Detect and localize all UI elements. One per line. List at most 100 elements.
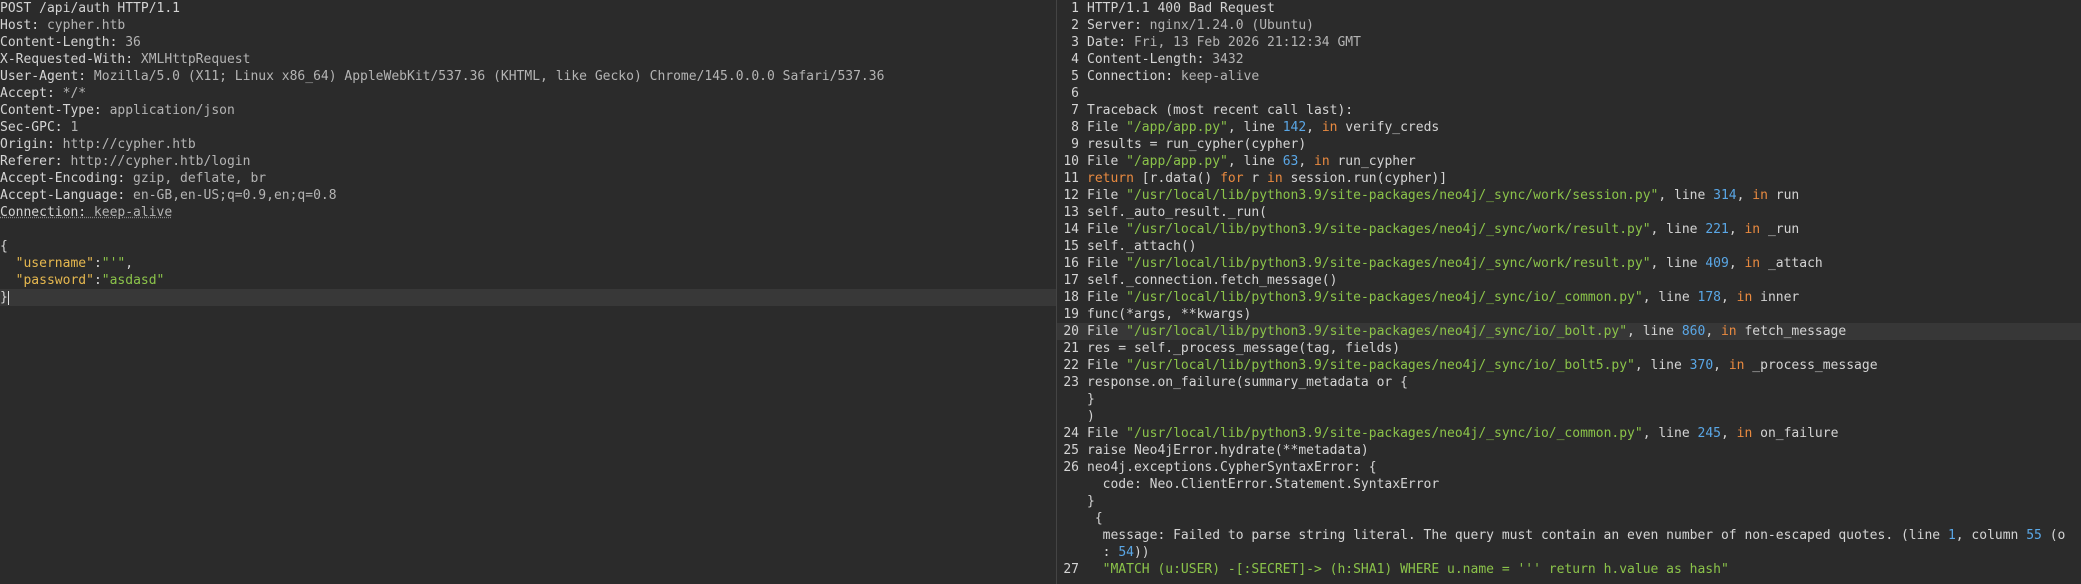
response-line[interactable]: : 54))	[1057, 544, 2081, 561]
code-token: "/usr/local/lib/python3.9/site-packages/…	[1126, 188, 1659, 203]
code-token: File	[1087, 324, 1127, 339]
header-name: Content-Length:	[0, 35, 118, 50]
code-token: "/usr/local/lib/python3.9/site-packages/…	[1126, 324, 1628, 339]
response-line[interactable]: 18 File "/usr/local/lib/python3.9/site-pa…	[1057, 289, 2081, 306]
body-password-line[interactable]: "password":"asdasd"	[0, 272, 1056, 289]
response-line[interactable]: 17 self._connection.fetch_message()	[1057, 272, 2081, 289]
response-line[interactable]: 11 return [r.data() for r in session.run(…	[1057, 170, 2081, 187]
response-line[interactable]: }	[1057, 391, 2081, 408]
code-token: in	[1267, 171, 1283, 186]
request-header-line[interactable]: Referer: http://cypher.htb/login	[0, 153, 1056, 170]
body-close-brace[interactable]: }	[0, 289, 1056, 306]
response-line[interactable]: 24 File "/usr/local/lib/python3.9/site-pa…	[1057, 425, 2081, 442]
response-line[interactable]: 8 File "/app/app.py", line 142, in verify…	[1057, 119, 2081, 136]
line-code: }	[1087, 392, 1095, 407]
request-header-line[interactable]: Content-Length: 36	[0, 34, 1056, 51]
request-header-line[interactable]: X-Requested-With: XMLHttpRequest	[0, 51, 1056, 68]
request-line[interactable]: POST /api/auth HTTP/1.1	[0, 0, 1056, 17]
username-value[interactable]: "'"	[102, 256, 125, 271]
request-header-line[interactable]: Connection: keep-alive	[0, 204, 1056, 221]
response-line[interactable]: 12 File "/usr/local/lib/python3.9/site-pa…	[1057, 187, 2081, 204]
request-header-line[interactable]: Accept-Language: en-GB,en-US;q=0.9,en;q=…	[0, 187, 1056, 204]
request-editor[interactable]: POST /api/auth HTTP/1.1 Host: cypher.htb…	[0, 0, 1056, 584]
response-line[interactable]: }	[1057, 493, 2081, 510]
response-line[interactable]: 13 self._auto_result._run(	[1057, 204, 2081, 221]
response-line[interactable]: 9 results = run_cypher(cypher)	[1057, 136, 2081, 153]
header-value[interactable]: 36	[117, 35, 141, 50]
header-value[interactable]: Mozilla/5.0 (X11; Linux x86_64) AppleWeb…	[86, 69, 885, 84]
response-line[interactable]: 21 res = self._process_message(tag, field…	[1057, 340, 2081, 357]
header-value[interactable]: XMLHttpRequest	[133, 52, 251, 67]
code-token: in	[1736, 426, 1753, 441]
body-username-line[interactable]: "username":"'",	[0, 255, 1056, 272]
body-open-brace[interactable]: {	[0, 238, 1056, 255]
response-line[interactable]: 3 Date: Fri, 13 Feb 2026 21:12:34 GMT	[1057, 34, 2081, 51]
response-line[interactable]: message: Failed to parse string literal.…	[1057, 527, 2081, 544]
response-line[interactable]: )	[1057, 408, 2081, 425]
header-value[interactable]: http://cypher.htb/login	[63, 154, 250, 169]
code-token: _run	[1760, 222, 1800, 237]
header-value[interactable]: gzip, deflate, br	[125, 171, 266, 186]
code-token: ,	[1736, 188, 1753, 203]
response-line[interactable]: 15 self._attach()	[1057, 238, 2081, 255]
line-number: 3	[1071, 35, 1079, 50]
brace: {	[0, 239, 8, 254]
code-token: Traceback (most recent call last):	[1087, 103, 1354, 118]
code-token: , line	[1642, 426, 1698, 441]
response-line[interactable]: 6	[1057, 85, 2081, 102]
line-code: File "/usr/local/lib/python3.9/site-pack…	[1087, 188, 1799, 203]
response-line[interactable]: 14 File "/usr/local/lib/python3.9/site-pa…	[1057, 221, 2081, 238]
header-value[interactable]: http://cypher.htb	[55, 137, 196, 152]
request-header-line[interactable]: Origin: http://cypher.htb	[0, 136, 1056, 153]
response-line[interactable]: 22 File "/usr/local/lib/python3.9/site-pa…	[1057, 357, 2081, 374]
response-line[interactable]: 16 File "/usr/local/lib/python3.9/site-pa…	[1057, 255, 2081, 272]
header-value[interactable]: en-GB,en-US;q=0.9,en;q=0.8	[125, 188, 337, 203]
response-line[interactable]: code: Neo.ClientError.Statement.SyntaxEr…	[1057, 476, 2081, 493]
response-line[interactable]: 26 neo4j.exceptions.CypherSyntaxError: {	[1057, 459, 2081, 476]
response-line[interactable]: 1 HTTP/1.1 400 Bad Request	[1057, 0, 2081, 17]
response-line[interactable]: {	[1057, 510, 2081, 527]
code-token: 142	[1282, 120, 1307, 135]
line-number: 21	[1063, 341, 1079, 356]
code-token: ,	[1298, 154, 1314, 169]
line-number: 5	[1071, 69, 1079, 84]
header-value[interactable]: */*	[55, 86, 87, 101]
password-value[interactable]: "asdasd"	[102, 273, 165, 288]
response-line[interactable]: 7 Traceback (most recent call last):	[1057, 102, 2081, 119]
code-token: in	[1728, 358, 1745, 373]
response-line[interactable]: 20 File "/usr/local/lib/python3.9/site-pa…	[1057, 323, 2081, 340]
header-value[interactable]: 1	[63, 120, 78, 135]
request-headers: Host: cypher.htb Content-Length: 36 X-Requ…	[0, 17, 1056, 221]
response-line[interactable]: 25 raise Neo4jError.hydrate(**metadata)	[1057, 442, 2081, 459]
request-header-line[interactable]: Accept-Encoding: gzip, deflate, br	[0, 170, 1056, 187]
response-line[interactable]: 23 response.on_failure(summary_metadata o…	[1057, 374, 2081, 391]
code-token: _attach	[1760, 256, 1823, 271]
header-value[interactable]: application/json	[102, 103, 235, 118]
code-token: File	[1087, 120, 1127, 135]
request-header-line[interactable]: User-Agent: Mozilla/5.0 (X11; Linux x86_…	[0, 68, 1056, 85]
header-value[interactable]: cypher.htb	[39, 18, 125, 33]
line-number: 24	[1063, 426, 1079, 441]
code-token: self._connection.fetch_message()	[1087, 273, 1338, 288]
response-line[interactable]: 19 func(*args, **kwargs)	[1057, 306, 2081, 323]
line-number: 8	[1071, 120, 1079, 135]
header-value[interactable]: keep-alive	[86, 205, 172, 220]
code-token: ))	[1133, 545, 1150, 560]
line-code: : 54))	[1087, 545, 1150, 560]
request-header-line[interactable]: Accept: */*	[0, 85, 1056, 102]
request-header-line[interactable]: Host: cypher.htb	[0, 17, 1056, 34]
request-header-line[interactable]: Content-Type: application/json	[0, 102, 1056, 119]
code-token: fetch_message	[1736, 324, 1847, 339]
response-line[interactable]: 2 Server: nginx/1.24.0 (Ubuntu)	[1057, 17, 2081, 34]
response-line[interactable]: 27 "MATCH (u:USER) -[:SECRET]-> (h:SHA1)…	[1057, 561, 2081, 578]
response-line[interactable]: 10 File "/app/app.py", line 63, in run_cy…	[1057, 153, 2081, 170]
request-header-line[interactable]: Sec-GPC: 1	[0, 119, 1056, 136]
response-line[interactable]: 5 Connection: keep-alive	[1057, 68, 2081, 85]
code-token: :	[1087, 545, 1119, 560]
line-code: Server: nginx/1.24.0 (Ubuntu)	[1087, 18, 1314, 33]
response-viewer[interactable]: 1 HTTP/1.1 400 Bad Request 2 Server: nginx/…	[1057, 0, 2081, 584]
code-token: File	[1087, 290, 1127, 305]
response-line[interactable]: 4 Content-Length: 3432	[1057, 51, 2081, 68]
code-token: on_failure	[1752, 426, 1839, 441]
